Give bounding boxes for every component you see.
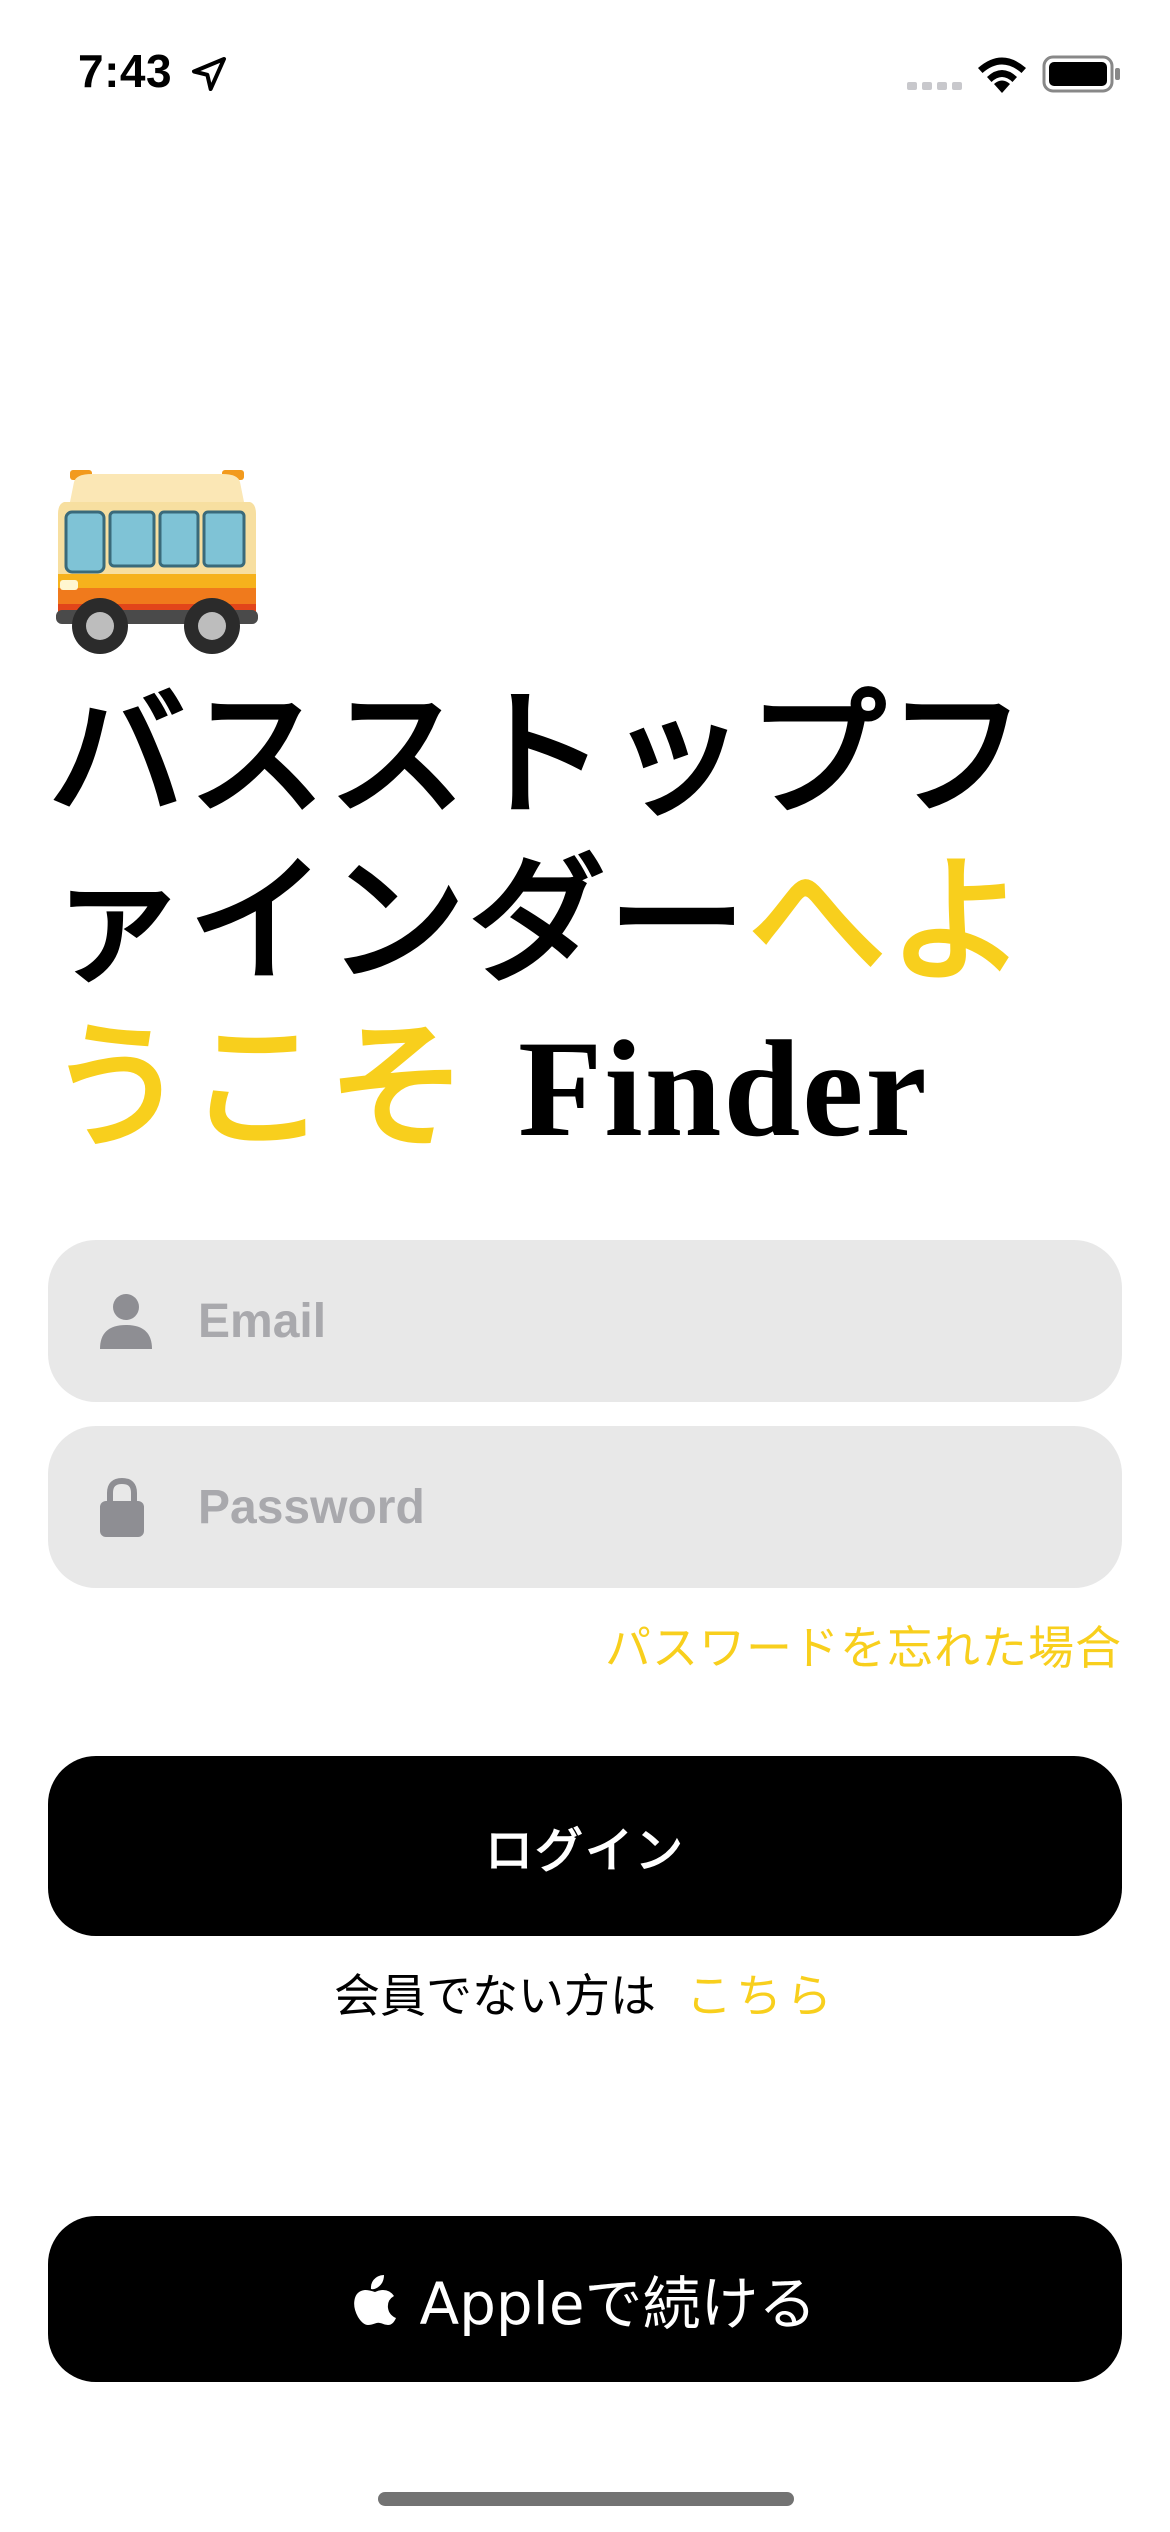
apple-signin-label: Appleで続ける [419,2270,817,2338]
login-button[interactable]: ログイン [48,1756,1122,1936]
lock-icon [100,1477,144,1537]
status-bar: 7:43 [0,0,1170,150]
apple-logo-icon [354,2275,397,2325]
signup-row: 会員でない方は こちら [0,1960,1170,2026]
status-time: 7:43 [78,45,173,97]
signup-prompt: 会員でない方は [334,1969,656,2023]
person-icon [100,1294,152,1349]
welcome-title-suffix: Finder [518,1012,929,1165]
email-field[interactable] [48,1240,1122,1402]
signup-link[interactable]: こちら [686,1969,836,2023]
login-button-label: ログイン [484,1823,685,1879]
bus-icon [56,470,258,654]
battery-icon [1042,55,1120,93]
forgot-password-link[interactable]: パスワードを忘れた場合 [605,1612,1122,1678]
cellular-signal-icon [907,82,962,90]
location-arrow-icon [192,57,226,91]
apple-signin-button[interactable]: Appleで続ける [48,2216,1122,2382]
password-field[interactable] [48,1426,1122,1588]
wifi-icon [978,57,1026,93]
welcome-title: バスストップファインダーへようこそ Finder [48,672,1108,1172]
password-input[interactable] [198,1426,1078,1588]
home-indicator[interactable] [378,2492,794,2506]
email-input[interactable] [198,1240,1078,1402]
